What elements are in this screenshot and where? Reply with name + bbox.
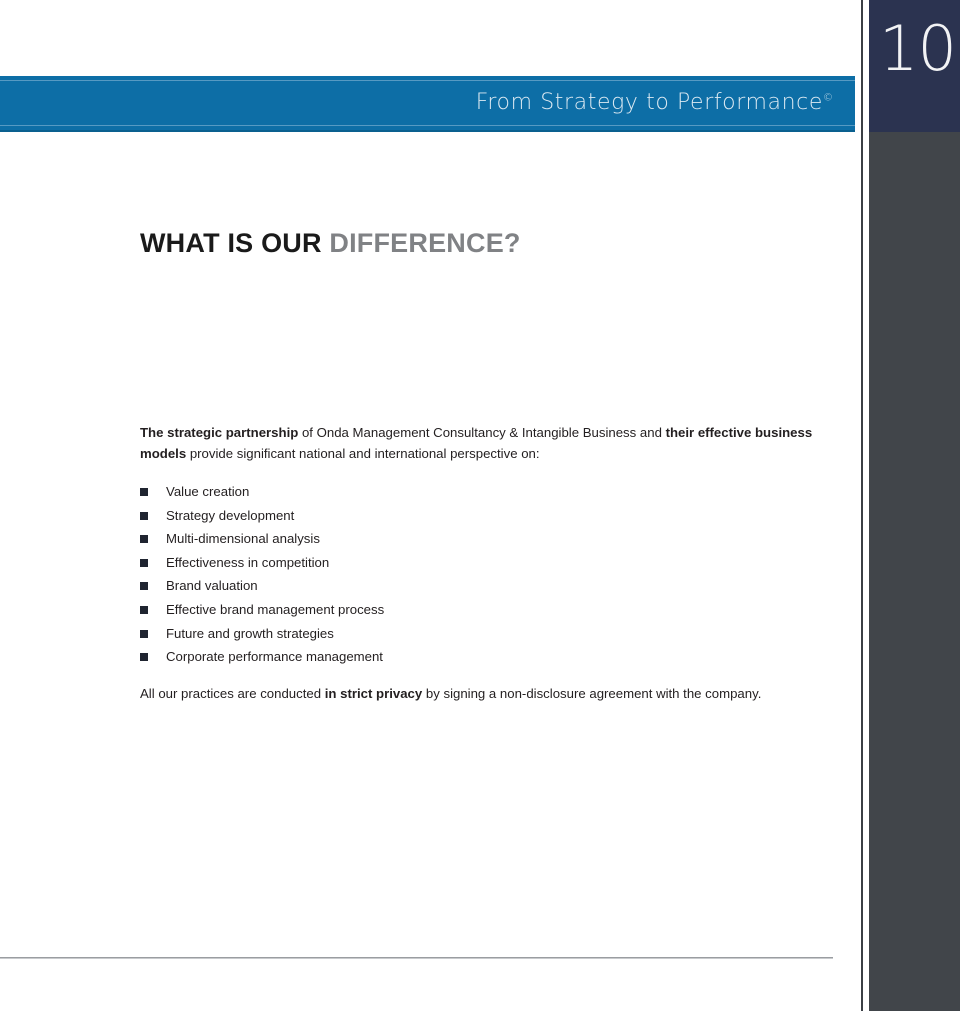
footer-divider-highlight: [0, 958, 833, 959]
copyright-mark-icon: ©: [823, 92, 833, 104]
list-item-label: Corporate performance management: [166, 649, 383, 665]
list-item-label: Future and growth strategies: [166, 625, 334, 641]
side-panel: [869, 132, 960, 1011]
page-title-primary: WHAT IS OUR: [140, 228, 330, 258]
banner-hairline-bottom: [0, 125, 855, 126]
page-number-block: 10: [869, 0, 960, 132]
list-item: Effective brand management process: [140, 598, 840, 622]
list-item-label: Effective brand management process: [166, 601, 385, 617]
intro-paragraph: The strategic partnership of Onda Manage…: [140, 423, 840, 464]
intro-text-1: of Onda Management Consultancy & Intangi…: [298, 425, 666, 440]
closing-text-1: All our practices are conducted: [140, 685, 325, 701]
list-item: Brand valuation: [140, 574, 840, 598]
intro-bold-phrase-1: The strategic partnership: [140, 425, 299, 440]
list-item-label: Brand valuation: [166, 578, 258, 594]
closing-bold-phrase: in strict privacy: [324, 685, 423, 701]
content-body: The strategic partnership of Onda Manage…: [140, 423, 840, 704]
list-item-label: Strategy development: [166, 507, 295, 523]
closing-paragraph: All our practices are conducted in stric…: [140, 684, 840, 704]
list-item: Value creation: [140, 480, 840, 504]
list-item: Effectiveness in competition: [140, 551, 840, 575]
page-title-secondary: DIFFERENCE?: [329, 228, 521, 258]
banner-hairline-top: [0, 80, 855, 81]
header-banner: From Strategy to Performance©: [0, 76, 855, 132]
list-item: Future and growth strategies: [140, 622, 840, 646]
header-tagline-text: From Strategy to Performance: [475, 90, 823, 115]
page-title: WHAT IS OUR DIFFERENCE?: [140, 228, 521, 259]
list-item-label: Effectiveness in competition: [166, 554, 330, 570]
header-tagline: From Strategy to Performance©: [476, 90, 833, 115]
list-item: Strategy development: [140, 504, 840, 528]
list-item-label: Multi-dimensional analysis: [166, 531, 320, 547]
closing-text-2: by signing a non-disclosure agreement wi…: [422, 685, 762, 701]
list-item-label: Value creation: [166, 484, 250, 499]
intro-text-2: provide significant national and interna…: [186, 445, 540, 461]
page-number: 10: [879, 12, 957, 85]
document-page: From Strategy to Performance© 10 WHAT IS…: [0, 0, 960, 1011]
capabilities-list: Value creation Strategy development Mult…: [140, 480, 840, 669]
list-item: Multi-dimensional analysis: [140, 527, 840, 551]
list-item: Corporate performance management: [140, 645, 840, 669]
banner-edge-shadow: [0, 130, 855, 132]
